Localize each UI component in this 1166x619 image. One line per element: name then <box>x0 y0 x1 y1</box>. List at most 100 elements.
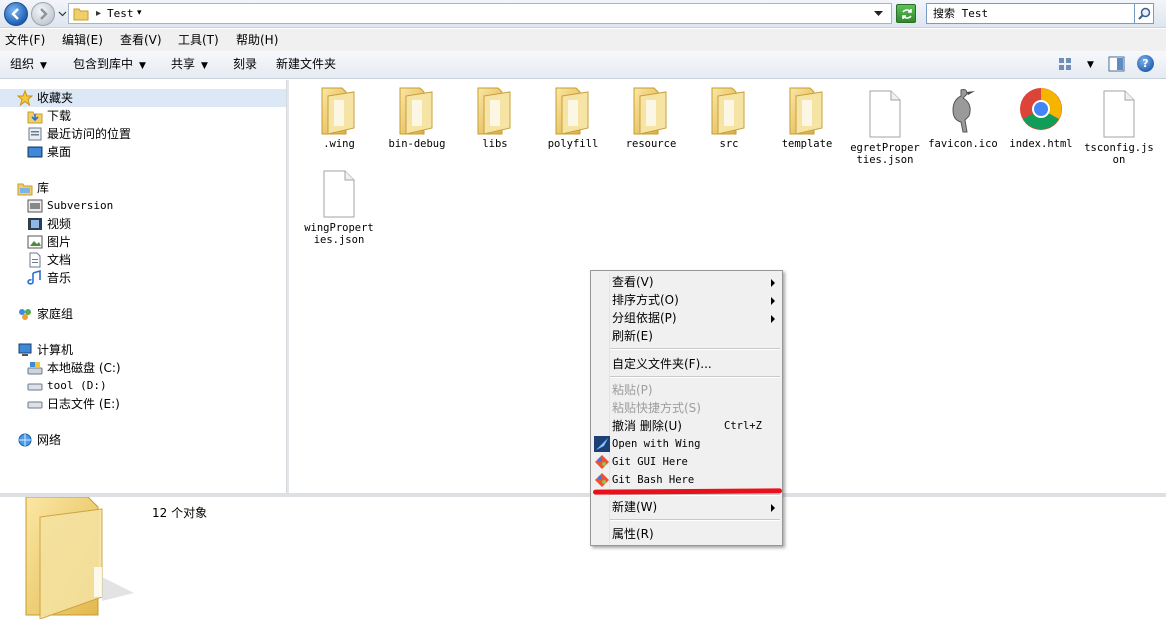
menu-item-properties[interactable]: 属性(R) <box>591 525 782 543</box>
menu-label: 刷新(E) <box>612 329 653 343</box>
breadcrumb-chevron-icon[interactable]: ▾ <box>137 4 142 23</box>
sidebar-item-log-e[interactable]: 日志文件 (E:) <box>27 395 277 413</box>
menu-item-paste[interactable]: 粘贴(P) <box>591 381 782 399</box>
sidebar-label: 网络 <box>37 433 62 447</box>
breadcrumb[interactable]: Test <box>107 4 134 23</box>
git-gui-icon <box>595 455 609 469</box>
sidebar-item-recent-places[interactable]: 最近访问的位置 <box>27 125 277 143</box>
file-item[interactable]: index.html <box>1004 86 1078 150</box>
sidebar-label: 家庭组 <box>37 307 74 321</box>
burn-button[interactable]: 刻录 <box>233 51 257 77</box>
menu-label: 粘贴快捷方式(S) <box>612 401 701 415</box>
include-library-label: 包含到库中 <box>73 57 134 71</box>
sidebar-item-pictures[interactable]: 图片 <box>27 233 277 251</box>
star-icon <box>17 90 33 106</box>
menu-help[interactable]: 帮助(H) <box>236 29 278 51</box>
menu-item-open-with-wing[interactable]: Open with Wing <box>591 435 782 453</box>
sidebar-item-tool-d[interactable]: tool (D:) <box>27 377 277 395</box>
library-icon <box>17 183 33 196</box>
menu-view[interactable]: 查看(V) <box>120 29 162 51</box>
address-box[interactable]: ▸ Test ▾ <box>68 3 892 24</box>
sidebar-label: tool (D:) <box>47 379 107 392</box>
help-icon[interactable]: ? <box>1137 55 1154 72</box>
sidebar-item-downloads[interactable]: 下载 <box>27 107 277 125</box>
file-item[interactable]: favicon.ico <box>926 86 1000 150</box>
back-button[interactable] <box>4 2 28 26</box>
recent-pages-chevron-icon[interactable] <box>58 9 67 18</box>
search-input[interactable]: 搜索 Test <box>926 3 1154 24</box>
computer-icon <box>18 343 32 356</box>
navigation-pane: 收藏夹 下载 最近访问的位置 桌面 库 Subversion 视频 图片 文档 … <box>0 80 286 493</box>
file-item[interactable]: bin-debug <box>380 86 454 150</box>
file-item[interactable]: resource <box>614 86 688 150</box>
sidebar-item-local-disk-c[interactable]: 本地磁盘 (C:) <box>27 359 277 377</box>
menu-edit[interactable]: 编辑(E) <box>62 29 103 51</box>
menu-item-paste-shortcut[interactable]: 粘贴快捷方式(S) <box>591 399 782 417</box>
change-view-icon[interactable] <box>1057 56 1073 72</box>
sidebar-label: 计算机 <box>37 343 74 357</box>
search-button[interactable] <box>1134 3 1154 24</box>
context-menu: 查看(V) 排序方式(O) 分组依据(P) 刷新(E) 自定义文件夹(F)...… <box>590 270 783 546</box>
menu-item-view[interactable]: 查看(V) <box>591 273 782 291</box>
chevron-down-icon: ▼ <box>40 61 47 71</box>
menu-item-git-bash[interactable]: Git Bash Here <box>591 471 782 489</box>
file-name: polyfill <box>547 138 599 150</box>
file-icon <box>302 170 376 218</box>
menu-item-group-by[interactable]: 分组依据(P) <box>591 309 782 327</box>
refresh-button[interactable] <box>896 4 916 23</box>
sidebar-item-subversion[interactable]: Subversion <box>27 197 277 215</box>
include-in-library-button[interactable]: 包含到库中 ▼ <box>73 51 146 79</box>
folder-icon <box>536 86 610 135</box>
menu-item-refresh[interactable]: 刷新(E) <box>591 327 782 345</box>
menu-label: Git GUI Here <box>612 456 688 468</box>
sidebar-item-music[interactable]: 音乐 <box>27 269 277 287</box>
menu-item-undo-delete[interactable]: 撤消 删除(U) Ctrl+Z <box>591 417 782 435</box>
sidebar-item-videos[interactable]: 视频 <box>27 215 277 233</box>
file-item[interactable]: polyfill <box>536 86 610 150</box>
desktop-icon <box>27 146 43 158</box>
organize-button[interactable]: 组织 ▼ <box>10 51 47 79</box>
menu-item-git-gui[interactable]: Git GUI Here <box>591 453 782 471</box>
preview-pane-icon[interactable] <box>1108 56 1125 72</box>
breadcrumb-separator-icon[interactable]: ▸ <box>96 4 101 23</box>
menu-label: Open with Wing <box>612 438 701 450</box>
sidebar-item-documents[interactable]: 文档 <box>27 251 277 269</box>
file-item[interactable]: template <box>770 86 844 150</box>
address-dropdown-icon[interactable] <box>874 11 883 17</box>
new-folder-button[interactable]: 新建文件夹 <box>276 51 336 77</box>
folder-icon <box>458 86 532 135</box>
sidebar-label: 日志文件 (E:) <box>47 397 120 411</box>
menu-label: 查看(V) <box>612 275 654 289</box>
sidebar-item-libraries[interactable]: 库 <box>17 179 277 197</box>
file-item[interactable]: src <box>692 86 766 150</box>
view-options-chevron-icon[interactable]: ▼ <box>1087 60 1094 70</box>
homegroup-icon <box>19 309 31 320</box>
menu-shortcut: Ctrl+Z <box>724 420 762 432</box>
sidebar-item-computer[interactable]: 计算机 <box>17 341 277 359</box>
file-item[interactable]: egretProperties.json <box>848 90 922 166</box>
file-item[interactable]: wingProperties.json <box>302 170 376 246</box>
menu-item-new[interactable]: 新建(W) <box>591 498 782 516</box>
menu-item-sort-by[interactable]: 排序方式(O) <box>591 291 782 309</box>
videos-icon <box>28 218 42 230</box>
sidebar-label: 文档 <box>47 253 72 267</box>
file-item[interactable]: libs <box>458 86 532 150</box>
file-item[interactable]: .wing <box>302 86 376 150</box>
file-item[interactable]: tsconfig.json <box>1082 90 1156 166</box>
sidebar-item-favorites[interactable]: 收藏夹 <box>17 89 277 107</box>
menu-item-customize-folder[interactable]: 自定义文件夹(F)... <box>591 355 782 373</box>
file-icon <box>848 90 922 138</box>
sidebar-item-network[interactable]: 网络 <box>17 431 277 449</box>
sidebar-item-homegroup[interactable]: 家庭组 <box>17 305 277 323</box>
menu-tools[interactable]: 工具(T) <box>178 29 219 51</box>
sidebar-item-desktop[interactable]: 桌面 <box>27 143 277 161</box>
arrow-left-icon <box>11 8 19 20</box>
menu-separator <box>610 348 780 350</box>
file-name: .wing <box>323 138 355 150</box>
forward-button[interactable] <box>31 2 55 26</box>
share-button[interactable]: 共享 ▼ <box>171 51 208 79</box>
menu-file[interactable]: 文件(F) <box>5 29 45 51</box>
recent-places-icon <box>28 127 42 141</box>
system-drive-icon <box>27 362 43 375</box>
file-name: egretProperties.json <box>850 142 920 166</box>
